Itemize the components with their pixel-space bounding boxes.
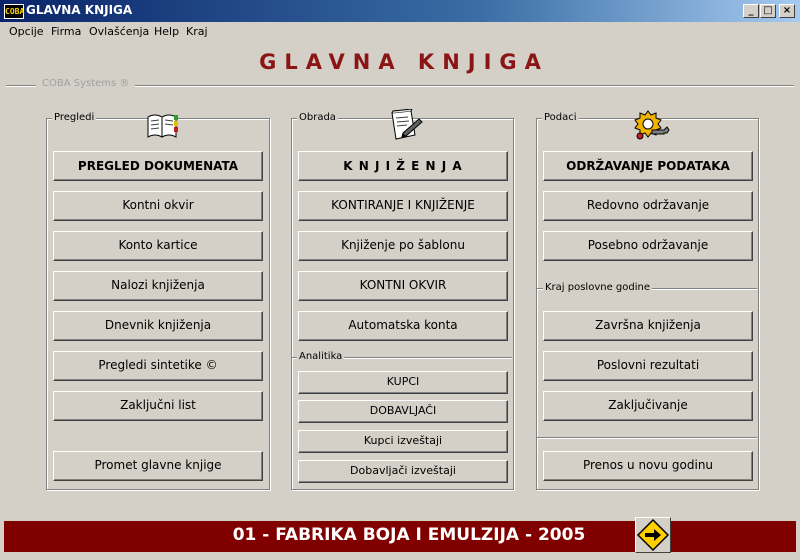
company-footer: 01 - FABRIKA BOJA I EMULZIJA - 2005 <box>4 517 796 553</box>
posebno-odrzavanje-button[interactable]: Posebno održavanje <box>543 231 753 261</box>
menu-kraj[interactable]: Kraj <box>186 25 208 38</box>
group-obrada-label: Obrada <box>297 112 338 123</box>
poslovni-rezultati-button[interactable]: Poslovni rezultati <box>543 351 753 381</box>
kontni-okvir-button[interactable]: Kontni okvir <box>53 191 263 221</box>
knjizenje-po-sablonu-button[interactable]: Knjiženje po šablonu <box>298 231 508 261</box>
menu-bar: Opcije Firma Ovlašćenja Help Kraj <box>0 22 800 42</box>
vendor-label: COBA Systems ® <box>36 78 136 89</box>
maximize-button[interactable]: □ <box>760 4 776 18</box>
document-pen-icon <box>391 109 423 140</box>
menu-opcije[interactable]: Opcije <box>9 25 44 38</box>
next-button[interactable] <box>635 517 671 553</box>
menu-help[interactable]: Help <box>154 25 179 38</box>
zakljucni-list-button[interactable]: Zaključni list <box>53 391 263 421</box>
dobavljaci-izvestaji-button[interactable]: Dobavljači izveštaji <box>298 460 508 483</box>
promet-glavne-knjige-button[interactable]: Promet glavne knjige <box>53 451 263 481</box>
prenos-divider <box>537 437 757 439</box>
zakljucivanje-button[interactable]: Zaključivanje <box>543 391 753 421</box>
page-title: GLAVNA KNJIGA <box>259 50 549 74</box>
konto-kartice-button[interactable]: Konto kartice <box>53 231 263 261</box>
kontiranje-i-knjizenje-button[interactable]: KONTIRANJE I KNJIŽENJE <box>298 191 508 221</box>
menu-ovlascenja[interactable]: Ovlašćenja <box>89 25 149 38</box>
automatska-konta-button[interactable]: Automatska konta <box>298 311 508 341</box>
zavrsna-knjizenja-button[interactable]: Završna knjiženja <box>543 311 753 341</box>
kupci-button[interactable]: KUPCI <box>298 371 508 394</box>
analitika-label: Analitika <box>297 351 345 362</box>
company-name: 01 - FABRIKA BOJA I EMULZIJA - 2005 <box>232 525 586 545</box>
dnevnik-knjizenja-button[interactable]: Dnevnik knjiženja <box>53 311 263 341</box>
pregledi-sintetike-button[interactable]: Pregledi sintetike © <box>53 351 263 381</box>
group-pregledi-label: Pregledi <box>52 112 97 123</box>
kupci-izvestaji-button[interactable]: Kupci izveštaji <box>298 430 508 453</box>
dobavljaci-button[interactable]: DOBAVLJAČI <box>298 400 508 423</box>
nalozi-knjizenja-button[interactable]: Nalozi knjiženja <box>53 271 263 301</box>
pregled-dokumenata-button[interactable]: PREGLED DOKUMENATA <box>53 151 263 181</box>
kontni-okvir-obrada-button[interactable]: KONTNI OKVIR <box>298 271 508 301</box>
app-icon: COBA <box>4 4 24 19</box>
close-button[interactable]: × <box>779 4 795 18</box>
window-title: GLAVNA KNJIGA <box>26 3 133 17</box>
minimize-button[interactable]: _ <box>743 4 759 18</box>
menu-firma[interactable]: Firma <box>51 25 81 38</box>
gear-wrench-icon <box>634 110 670 140</box>
redovno-odrzavanje-button[interactable]: Redovno održavanje <box>543 191 753 221</box>
knjizenja-button[interactable]: K N J I Ž E N J A <box>298 151 508 181</box>
book-icon <box>147 114 178 138</box>
group-podaci-label: Podaci <box>542 112 579 123</box>
kraj-godine-label: Kraj poslovne godine <box>543 282 652 293</box>
arrow-right-sign-icon <box>636 518 670 552</box>
prenos-u-novu-godinu-button[interactable]: Prenos u novu godinu <box>543 451 753 481</box>
odrzavanje-podataka-button[interactable]: ODRŽAVANJE PODATAKA <box>543 151 753 181</box>
title-bar: COBA GLAVNA KNJIGA _ □ × <box>0 0 800 22</box>
